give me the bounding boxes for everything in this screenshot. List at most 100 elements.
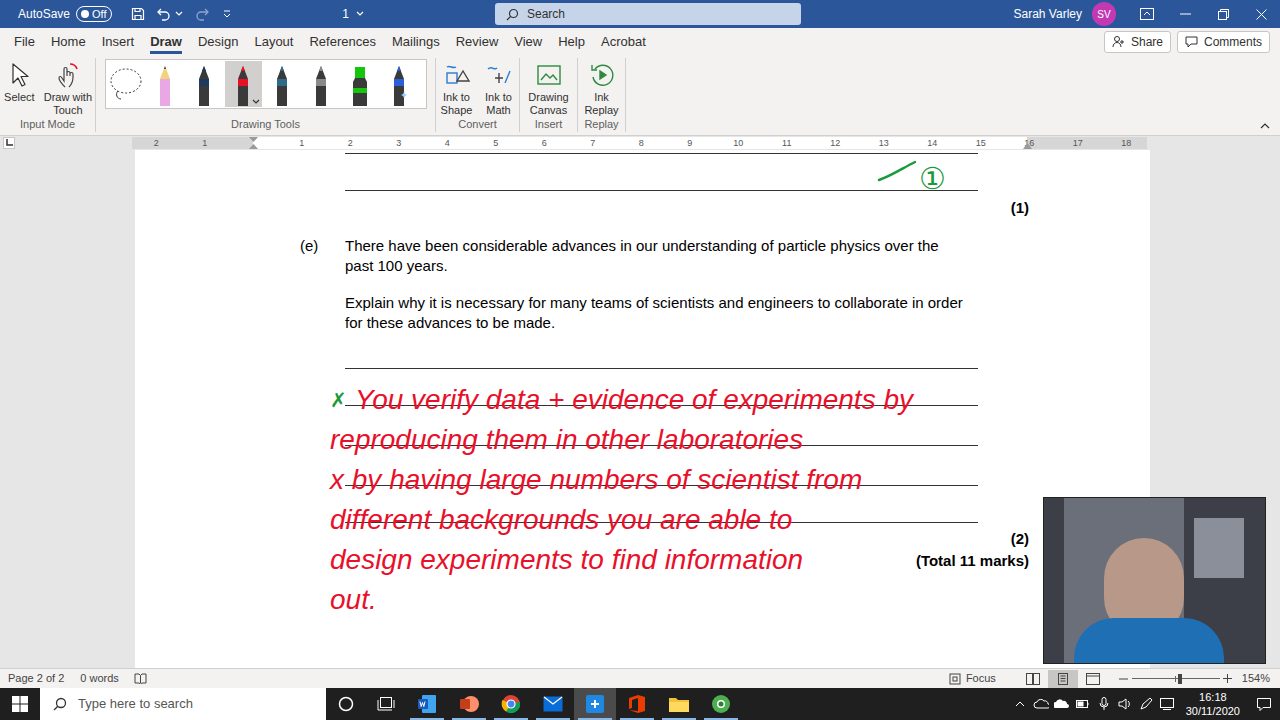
draw-with-touch-button[interactable]: Draw with Touch xyxy=(41,58,95,117)
share-button[interactable]: Share xyxy=(1104,31,1171,53)
word-count[interactable]: 0 words xyxy=(80,670,119,687)
taskbar-app[interactable] xyxy=(658,688,700,720)
pencil-icon xyxy=(157,62,173,106)
ribbon-tab[interactable]: Review xyxy=(448,28,507,55)
taskbar-app[interactable] xyxy=(490,688,532,720)
zoom-in-icon[interactable] xyxy=(1222,674,1234,683)
minimize-icon[interactable] xyxy=(1166,0,1204,28)
undo-dropdown-icon[interactable] xyxy=(174,11,184,17)
ribbon-tab[interactable]: View xyxy=(506,28,550,55)
zoom-out-icon[interactable] xyxy=(1118,678,1130,680)
collapse-ribbon-icon[interactable] xyxy=(1258,121,1272,131)
taskbar-app[interactable] xyxy=(406,688,448,720)
zoom-slider[interactable] xyxy=(1132,674,1220,684)
windows-start-icon[interactable] xyxy=(0,688,40,720)
ink-to-math-button[interactable]: Ink to Math xyxy=(479,58,519,117)
undo-icon[interactable] xyxy=(154,7,174,21)
ink-replay-button[interactable]: Ink Replay xyxy=(581,58,623,117)
pen-options-icon[interactable] xyxy=(252,99,260,105)
task-view-icon[interactable] xyxy=(366,688,406,720)
pen-workspace-icon[interactable] xyxy=(1136,688,1157,720)
tab-label: Design xyxy=(198,32,238,52)
chrome-app-icon xyxy=(501,694,521,714)
zoom-level[interactable]: 154% xyxy=(1242,670,1270,687)
cloud-icon[interactable] xyxy=(1052,688,1073,720)
read-mode-icon[interactable] xyxy=(1018,670,1048,688)
ribbon-tab[interactable]: Insert xyxy=(94,28,143,55)
taskbar-search[interactable]: Type here to search xyxy=(40,688,326,720)
ribbon-tab[interactable]: Design xyxy=(190,28,246,55)
proofing-icon[interactable] xyxy=(133,673,149,684)
comments-button[interactable]: Comments xyxy=(1177,31,1270,53)
save-icon[interactable] xyxy=(128,7,148,21)
restore-icon[interactable] xyxy=(1204,0,1242,28)
ribbon-tab[interactable]: Mailings xyxy=(384,28,448,55)
taskbar-app[interactable] xyxy=(574,688,616,720)
ribbon-tabs: FileHomeInsertDraw Design LayoutReferences… xyxy=(0,28,1280,55)
button-label: Ink to Math xyxy=(479,91,519,117)
user-name[interactable]: Sarah Varley xyxy=(1014,5,1082,23)
microphone-icon[interactable] xyxy=(1094,688,1115,720)
cortana-icon[interactable] xyxy=(326,688,366,720)
drawing-tools-group: Drawing Tools xyxy=(96,58,436,132)
pen-galaxy[interactable] xyxy=(381,61,418,107)
display-icon[interactable] xyxy=(1157,688,1178,720)
pen-pen[interactable] xyxy=(303,61,340,107)
web-layout-icon[interactable] xyxy=(1078,670,1108,688)
pen-highlighter[interactable] xyxy=(342,61,379,107)
question-paragraph: Explain why it is necessary for many tea… xyxy=(345,293,970,333)
zoom-thumb[interactable] xyxy=(1178,674,1182,684)
customize-toolbar-icon[interactable] xyxy=(220,9,234,19)
taskbar-app[interactable] xyxy=(616,688,658,720)
ribbon-tab[interactable]: Layout xyxy=(246,28,301,55)
onedrive-icon[interactable] xyxy=(1031,688,1052,720)
pen-pen[interactable] xyxy=(225,61,262,107)
pen-pen[interactable] xyxy=(264,61,301,107)
select-button[interactable]: Select xyxy=(0,58,39,104)
ribbon-tab[interactable]: File xyxy=(6,28,43,55)
ribbon-tab[interactable]: Acrobat xyxy=(593,28,654,55)
notifications-icon[interactable] xyxy=(1248,688,1280,720)
question-label: (e) xyxy=(300,236,345,333)
ribbon-tab[interactable]: Draw xyxy=(142,28,190,55)
print-layout-icon[interactable] xyxy=(1048,670,1078,688)
autosave-toggle[interactable]: Off xyxy=(76,6,111,22)
ribbon-tab[interactable]: References xyxy=(301,28,383,55)
page-count[interactable]: Page 2 of 2 xyxy=(8,670,64,687)
tab-label: Mailings xyxy=(392,32,440,52)
pen-pen[interactable] xyxy=(186,61,223,107)
ink-to-shape-button[interactable]: Ink to Shape xyxy=(437,58,477,117)
taskbar-app[interactable] xyxy=(532,688,574,720)
taskbar-app[interactable] xyxy=(700,688,742,720)
marking-tick-icon xyxy=(877,160,917,182)
indent-marker-icon[interactable] xyxy=(249,137,258,149)
pen-pencil[interactable] xyxy=(147,61,184,107)
ruler-number: 13 xyxy=(860,137,909,149)
galaxy-icon xyxy=(391,62,407,106)
ruler-number: 2 xyxy=(132,137,181,149)
volume-icon[interactable] xyxy=(1115,688,1136,720)
battery-icon[interactable] xyxy=(1073,688,1094,720)
document-title[interactable]: 1 xyxy=(342,5,365,23)
group-label: Insert xyxy=(520,117,577,132)
ribbon-tab[interactable]: Home xyxy=(43,28,94,55)
show-hidden-icons-icon[interactable] xyxy=(1010,688,1031,720)
pen-lasso[interactable] xyxy=(108,61,145,107)
highlighter-icon xyxy=(351,62,369,106)
taskbar-app[interactable] xyxy=(448,688,490,720)
ribbon-tab[interactable]: Help xyxy=(550,28,593,55)
title-bar: AutoSaveOff1SearchSarah VarleySV xyxy=(0,0,1280,28)
ruler-number: 3 xyxy=(375,137,424,149)
user-avatar[interactable]: SV xyxy=(1092,2,1116,26)
ribbon-display-icon[interactable] xyxy=(1128,0,1166,28)
office-app-icon xyxy=(628,694,646,714)
browser-app-icon xyxy=(711,694,731,714)
drawing-canvas-button[interactable]: Drawing Canvas xyxy=(524,58,574,117)
clock[interactable]: 16:1830/11/2020 xyxy=(1178,688,1248,720)
search-box[interactable]: Search xyxy=(495,3,801,25)
document-page[interactable]: (1)(e)There have been considerable advan… xyxy=(135,150,1150,668)
right-indent-icon[interactable] xyxy=(1023,143,1032,149)
close-icon[interactable] xyxy=(1242,0,1280,28)
tab-selector-icon[interactable] xyxy=(3,137,15,149)
focus-button[interactable]: Focus xyxy=(948,670,996,687)
